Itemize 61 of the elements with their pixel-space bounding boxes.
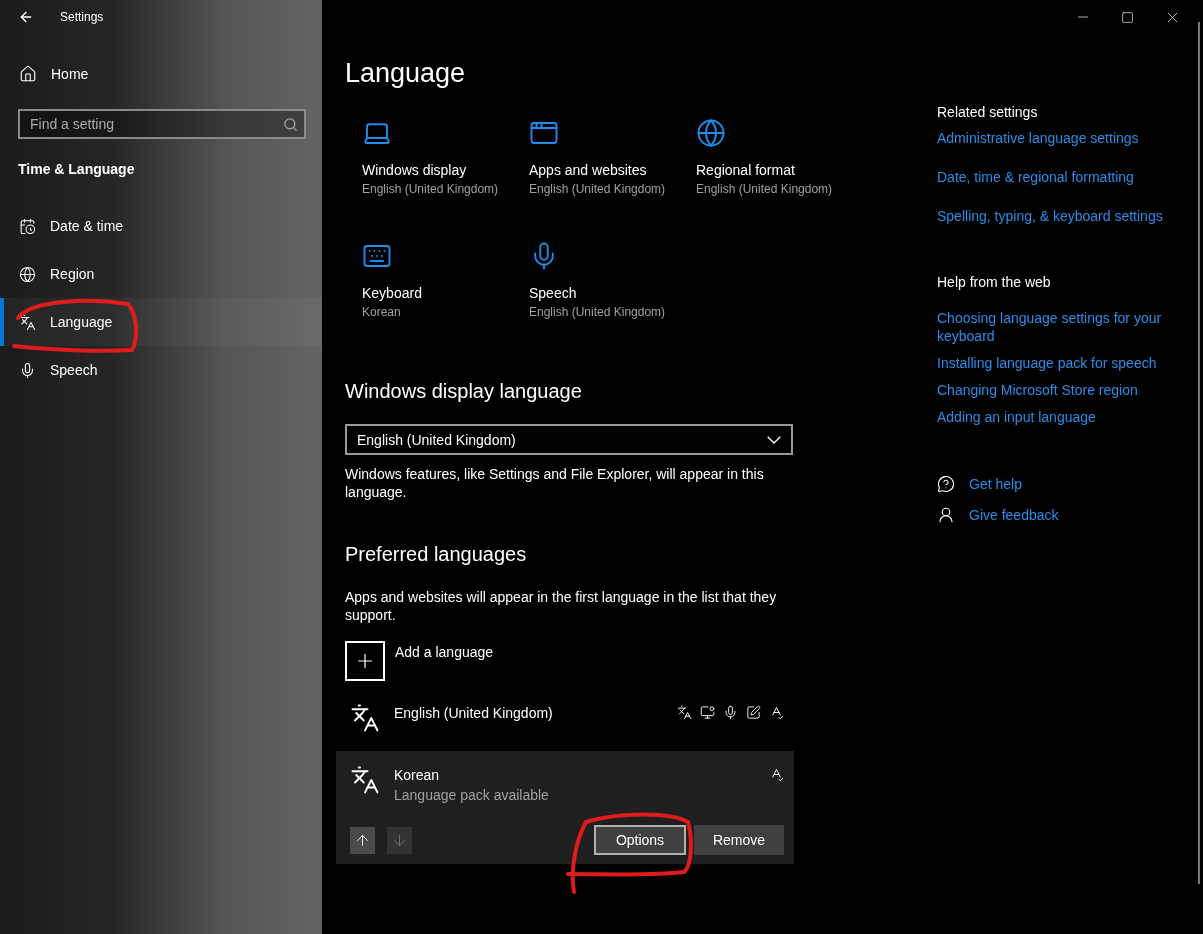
language-icon (350, 703, 380, 733)
language-row[interactable]: Korean Language pack available Options Remove (336, 751, 794, 864)
sidebar-item[interactable]: Speech (0, 346, 322, 394)
help-link[interactable]: Changing Microsoft Store region (937, 381, 1185, 399)
calendar-icon (19, 217, 36, 235)
support-link[interactable]: Give feedback (969, 506, 1059, 524)
microphone-icon (19, 361, 36, 379)
globe-icon (19, 265, 36, 283)
language-dropdown[interactable]: English (United Kingdom) (345, 424, 793, 455)
help-link[interactable]: Adding an input language (937, 408, 1185, 426)
sidebar-item[interactable]: Language (0, 298, 322, 346)
section-heading: Preferred languages (345, 543, 528, 566)
search-field[interactable]: Find a setting (18, 109, 306, 139)
home-icon (19, 65, 37, 83)
language-status: Language pack available (394, 787, 550, 803)
settings-link[interactable]: Administrative language settings (937, 129, 1185, 147)
back-icon[interactable] (18, 9, 34, 25)
support-link[interactable]: Get help (969, 475, 1022, 493)
section-heading: Related settings (937, 104, 1039, 120)
settings-link[interactable]: Date, time & regional formatting (937, 168, 1185, 186)
section-title: Time & Language (17, 160, 136, 179)
settings-tile[interactable]: Speech English (United Kingdom) (512, 241, 679, 319)
description-text: Windows features, like Settings and File Explorer, will appear in this language. (345, 465, 765, 501)
language-icon (350, 765, 380, 795)
sidebar-item[interactable]: Date & time (0, 202, 322, 250)
scrollbar[interactable] (1198, 22, 1200, 884)
search-icon[interactable] (283, 116, 298, 132)
add-language-label[interactable]: Add a language (395, 641, 494, 660)
settings-tile[interactable]: Windows display English (United Kingdom) (345, 118, 512, 196)
language-name: Korean (394, 767, 441, 783)
globe-icon (696, 118, 726, 148)
add-button[interactable] (345, 641, 385, 681)
action-button[interactable]: Options (594, 825, 686, 855)
window-title: Settings (60, 10, 104, 24)
sidebar-item[interactable]: Region (0, 250, 322, 298)
spell-check-icon (769, 705, 784, 720)
settings-tile[interactable]: Apps and websites English (United Kingdom) (512, 118, 679, 196)
pen-icon (746, 705, 761, 720)
language-row[interactable]: English (United Kingdom) (336, 693, 794, 747)
language-icon (19, 313, 36, 331)
person-icon (937, 506, 955, 524)
move-up-button[interactable] (350, 826, 375, 854)
spell-check-icon (769, 767, 784, 782)
home-nav-item[interactable]: Home (0, 34, 322, 90)
language-icon (677, 705, 692, 720)
monitor-icon (700, 705, 715, 720)
help-link[interactable]: Installing language pack for speech (937, 354, 1185, 372)
description-text: Apps and websites will appear in the first language in the list that they support. (345, 588, 778, 624)
chevron-down-icon (767, 435, 781, 444)
section-heading: Windows display language (345, 380, 583, 403)
action-button[interactable]: Remove (694, 825, 784, 855)
microphone-icon (723, 705, 738, 720)
section-heading: Help from the web (937, 274, 1052, 290)
help-link[interactable]: Choosing language settings for your keyboard (937, 309, 1185, 345)
settings-tile[interactable]: Keyboard Korean (345, 241, 512, 319)
settings-link[interactable]: Spelling, typing, & keyboard settings (937, 207, 1185, 225)
language-name: English (United Kingdom) (394, 705, 554, 721)
help-icon (937, 475, 955, 493)
settings-tile[interactable]: Regional format English (United Kingdom) (679, 118, 846, 196)
page-title: Language (345, 58, 467, 90)
maximize-icon[interactable] (1121, 10, 1134, 24)
